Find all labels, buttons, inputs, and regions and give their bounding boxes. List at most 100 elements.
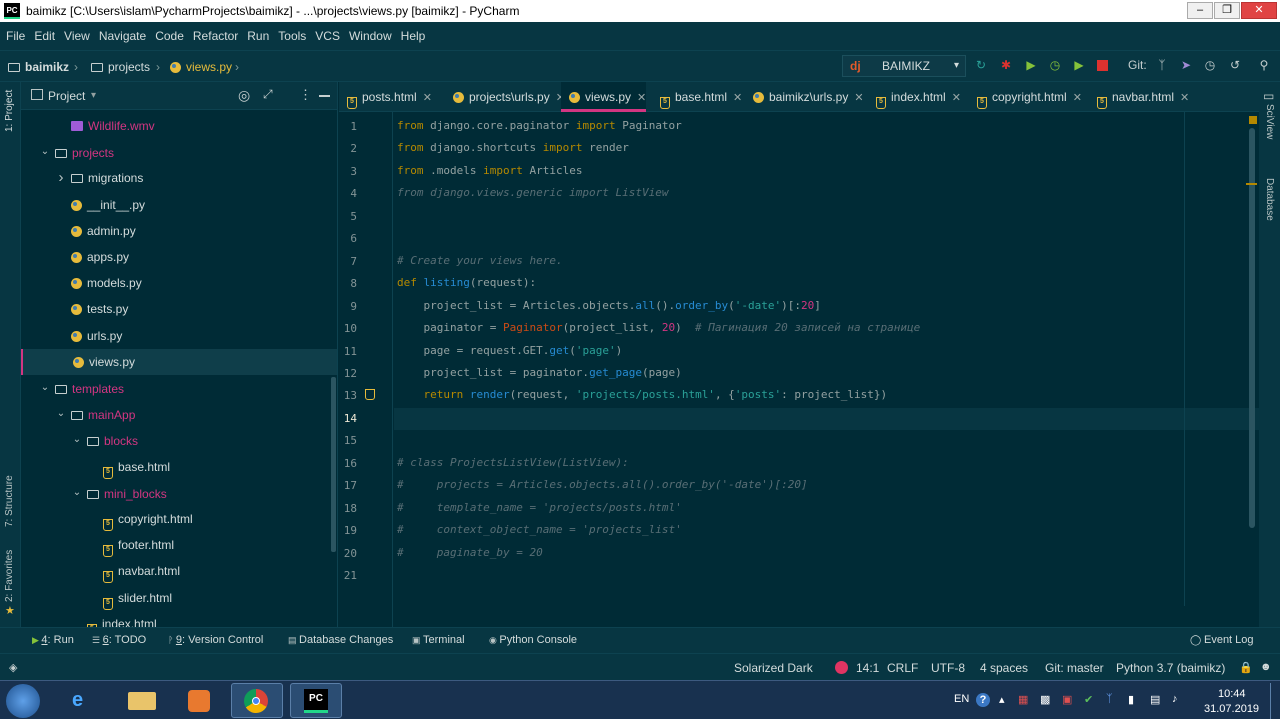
error-indicator-icon[interactable] — [835, 661, 848, 674]
network-icon[interactable]: ▤ — [1150, 693, 1160, 706]
chevron-down-icon[interactable]: ⌄ — [71, 427, 83, 453]
structure-tool-tab[interactable]: 7: Structure — [4, 475, 15, 527]
tab-navbar-html[interactable]: 5 navbar.html ✕ — [1089, 82, 1189, 112]
inspection-status-icon[interactable] — [1249, 116, 1257, 124]
menu-vcs[interactable]: VCS — [315, 29, 340, 43]
tray-app-icon[interactable]: ▦ — [1018, 693, 1028, 706]
clock-date[interactable]: 31.07.2019 — [1204, 703, 1259, 715]
close-tab-icon[interactable]: ✕ — [1073, 92, 1082, 104]
pycharm-taskbar-icon[interactable]: PC — [290, 683, 342, 718]
close-tab-icon[interactable]: ✕ — [637, 92, 646, 104]
project-view-select[interactable]: Project — [48, 89, 85, 103]
hide-panel-icon[interactable] — [319, 95, 330, 97]
tree-item[interactable]: › migrations — [21, 165, 337, 191]
tree-item[interactable]: ⌄ mini_blocks — [21, 480, 337, 506]
sciview-tool-tab[interactable]: SciView — [1264, 104, 1275, 139]
caret-position[interactable]: 14:1 — [856, 661, 879, 675]
event-log-button[interactable]: ◯ Event Log — [1190, 634, 1254, 646]
minimize-button[interactable]: – — [1187, 2, 1213, 19]
warning-marker[interactable] — [1246, 183, 1257, 185]
theme-indicator[interactable]: Solarized Dark — [734, 661, 813, 675]
chevron-right-icon[interactable]: › — [55, 165, 67, 191]
tree-item[interactable]: ⌄ projects — [21, 139, 337, 165]
menu-edit[interactable]: Edit — [34, 29, 55, 43]
tree-item[interactable]: 5index.html — [21, 611, 337, 627]
clock-time[interactable]: 10:44 — [1218, 688, 1246, 700]
line-separator[interactable]: CRLF — [887, 661, 918, 675]
profile-icon[interactable]: ◷ — [1048, 58, 1062, 72]
tree-item[interactable]: views.py — [21, 348, 337, 375]
tree-item[interactable]: 5 base.html — [21, 454, 337, 480]
tray-camera-icon[interactable]: ▣ — [1062, 693, 1072, 706]
battery-icon[interactable]: ▮ — [1128, 693, 1134, 706]
breadcrumb-root[interactable]: baimikz — [8, 60, 69, 74]
tool-terminal[interactable]: ▣ Terminal — [412, 634, 465, 646]
show-desktop-button[interactable] — [1270, 683, 1280, 719]
tab-views-py[interactable]: views.py ✕ — [561, 82, 647, 112]
close-button[interactable]: ✕ — [1241, 2, 1277, 19]
project-tool-tab[interactable]: 1: Project — [4, 90, 15, 132]
git-update-icon[interactable]: ᛉ — [1155, 58, 1169, 72]
favorites-tool-tab[interactable]: 2: Favorites — [4, 550, 15, 602]
media-player-icon[interactable] — [174, 683, 226, 718]
lock-icon[interactable]: 🔒 — [1239, 661, 1253, 674]
tab-baimikz-urls-py[interactable]: baimikz\urls.py ✕ — [745, 82, 864, 112]
breadcrumb-file[interactable]: views.py — [170, 60, 232, 74]
code-editor[interactable]: 1 2 3 4 5 6 7 8 9 10 11 12 13 14 15 16 17 18 19 20 21 from d… — [339, 112, 1259, 627]
menu-view[interactable]: View — [64, 29, 90, 43]
menu-tools[interactable]: Tools — [278, 29, 306, 43]
tool-version-control[interactable]: ᚹ 9: Version Control — [168, 634, 263, 646]
stop-icon[interactable] — [1097, 60, 1108, 71]
history-icon[interactable]: ◷ — [1203, 58, 1217, 72]
tree-item[interactable]: urls.py — [21, 323, 337, 349]
tool-todo[interactable]: ☰ 6: TODO — [92, 634, 146, 646]
tool-database-changes[interactable]: ▤ Database Changes — [288, 634, 393, 646]
more-options-icon[interactable]: ⋮ — [299, 87, 312, 103]
tool-run[interactable]: ▶ 4: Run — [32, 634, 74, 646]
git-push-icon[interactable]: ➤ — [1179, 58, 1193, 72]
menu-window[interactable]: Window — [349, 29, 392, 43]
close-tab-icon[interactable]: ✕ — [1180, 92, 1189, 104]
close-tab-icon[interactable]: ✕ — [952, 92, 961, 104]
chevron-down-icon[interactable]: ⌄ — [71, 480, 83, 506]
tree-item[interactable]: admin.py — [21, 218, 337, 244]
close-tab-icon[interactable]: ✕ — [423, 92, 432, 104]
tab-copyright-html[interactable]: 5 copyright.html ✕ — [969, 82, 1082, 112]
close-tab-icon[interactable]: ✕ — [733, 92, 742, 104]
volume-icon[interactable]: ♪ — [1172, 693, 1178, 705]
language-indicator[interactable]: EN — [954, 693, 969, 705]
start-button-icon[interactable] — [6, 684, 40, 718]
indent-setting[interactable]: 4 spaces — [980, 661, 1028, 675]
maximize-button[interactable]: ❐ — [1214, 2, 1240, 19]
tab-posts-html[interactable]: 5 posts.html ✕ — [339, 82, 432, 112]
database-tool-tab[interactable]: Database — [1264, 178, 1275, 221]
file-explorer-icon[interactable] — [116, 683, 168, 718]
close-tab-icon[interactable]: ✕ — [854, 92, 863, 104]
breadcrumb-folder[interactable]: projects — [91, 60, 150, 74]
menu-run[interactable]: Run — [247, 29, 269, 43]
tab-list-icon[interactable]: ▭ — [1263, 89, 1274, 103]
tree-item[interactable]: 5 footer.html — [21, 532, 337, 558]
file-encoding[interactable]: UTF-8 — [931, 661, 965, 675]
python-interpreter[interactable]: Python 3.7 (baimikz) — [1116, 661, 1225, 675]
chevron-down-icon[interactable]: ⌄ — [39, 375, 51, 401]
tree-item[interactable]: models.py — [21, 270, 337, 296]
help-icon[interactable]: ? — [976, 693, 990, 707]
tree-item[interactable]: __init__.py — [21, 192, 337, 218]
menu-help[interactable]: Help — [401, 29, 426, 43]
run-coverage-icon[interactable]: ▶ — [1024, 58, 1038, 72]
tree-item[interactable]: tests.py — [21, 296, 337, 322]
menu-refactor[interactable]: Refactor — [193, 29, 238, 43]
tab-base-html[interactable]: 5 base.html ✕ — [652, 82, 742, 112]
rerun-icon[interactable]: ↻ — [974, 58, 988, 72]
tool-python-console[interactable]: ◉ Python Console — [489, 634, 577, 646]
chevron-down-icon[interactable]: ⌄ — [39, 139, 51, 165]
tree-item[interactable]: apps.py — [21, 244, 337, 270]
tree-scrollbar[interactable] — [331, 377, 336, 552]
debug-icon[interactable]: ✱ — [999, 58, 1013, 72]
locate-file-icon[interactable]: ◎ — [238, 87, 250, 104]
menu-file[interactable]: File — [6, 29, 25, 43]
rollback-icon[interactable]: ↺ — [1228, 58, 1242, 72]
git-branch[interactable]: Git: master — [1045, 661, 1104, 675]
chevron-down-icon[interactable]: ⌄ — [55, 401, 67, 427]
